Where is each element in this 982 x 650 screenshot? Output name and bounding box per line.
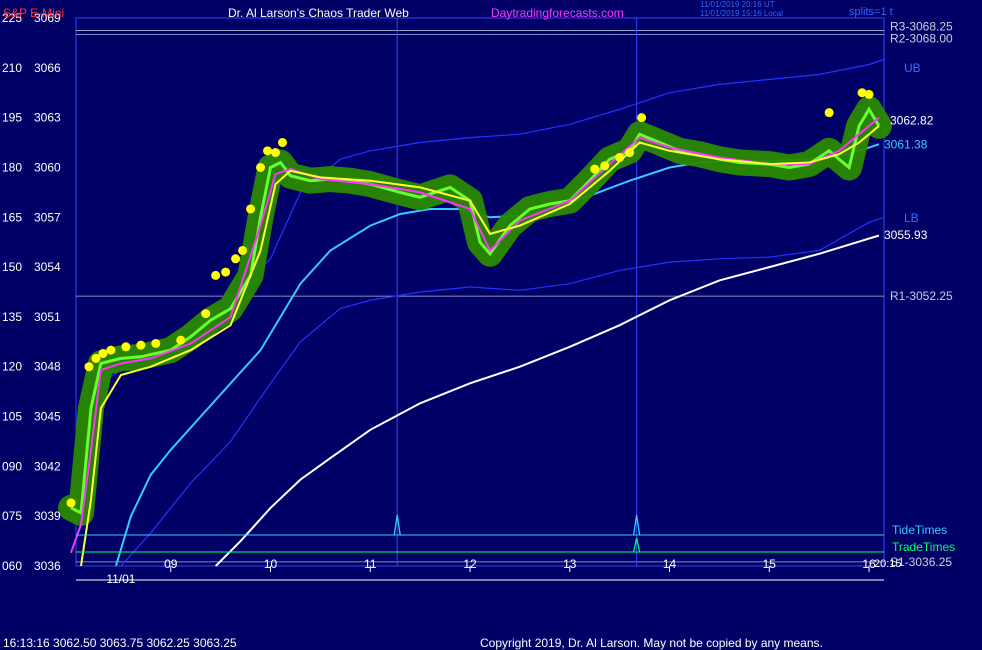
highlight-point [637, 113, 647, 123]
chart-title-label: Dr. Al Larson's Chaos Trader Web [228, 6, 409, 20]
x-tick-label: 14 [663, 557, 677, 571]
long-avg-value-label: 3055.93 [884, 228, 928, 242]
x-tick-label: 11 [364, 557, 377, 571]
highlight-point [864, 89, 874, 99]
y-tick-left: 195 [2, 111, 22, 125]
site-link[interactable]: Daytradingforecasts.com [491, 6, 624, 20]
highlight-point [231, 254, 241, 264]
x-tick-label: 12 [463, 557, 477, 571]
y-tick-right: 3054 [34, 260, 61, 274]
lower-band-line [120, 216, 885, 567]
y-tick-right: 3036 [34, 559, 61, 573]
y-tick-left: 105 [2, 410, 22, 424]
y-tick-right: 3063 [34, 111, 61, 125]
lower-band-label: LB [904, 211, 919, 225]
y-tick-right: 3060 [34, 160, 61, 174]
y-tick-right: 3045 [34, 410, 61, 424]
y-tick-left: 180 [2, 160, 22, 174]
y-tick-left: 075 [2, 509, 22, 523]
highlight-point [246, 204, 256, 214]
x-tick-label: 15 [763, 557, 777, 571]
highlight-point [98, 348, 108, 358]
footer-quote: 16:13:16 3062.50 3063.75 3062.25 3063.25 [3, 636, 237, 650]
y-tick-left: 060 [2, 559, 22, 573]
x-tick-label: 13 [563, 557, 577, 571]
highlight-point [625, 148, 635, 158]
highlight-point [201, 309, 211, 319]
highlight-point [238, 245, 248, 255]
highlight-point [615, 152, 625, 162]
date-label: 11/01 [106, 572, 135, 586]
highlight-point [590, 164, 600, 174]
price-glow [58, 96, 892, 526]
y-tick-left: 150 [2, 260, 22, 274]
tide-label: TideTimes [892, 523, 947, 537]
y-tick-right: 3057 [34, 210, 61, 224]
chart-svg: R3-3068.25R2-3068.00R1-3052.25S1-3036.25… [2, 11, 955, 586]
highlight-point [277, 138, 287, 148]
highlight-point [211, 270, 221, 280]
highlight-point [84, 362, 94, 372]
highlight-point [271, 148, 281, 158]
long-avg-line [214, 234, 880, 567]
y-tick-right: 3051 [34, 310, 61, 324]
y-tick-right: 3048 [34, 360, 61, 374]
upper-band-label: UB [904, 61, 921, 75]
mid-avg-line [80, 125, 880, 567]
local-time: 11/01/2019 15:16 Local [700, 9, 784, 18]
highlight-point [176, 335, 186, 345]
y-tick-left: 165 [2, 210, 22, 224]
highlight-point [136, 340, 146, 350]
trade-label: TradeTimes [892, 540, 955, 554]
symbol-label: S&P E-Mini [3, 6, 65, 20]
y-tick-left: 090 [2, 459, 22, 473]
price-value-label: 3062.82 [890, 114, 934, 128]
y-tick-left: 120 [2, 360, 22, 374]
highlight-point [256, 162, 266, 172]
y-tick-left: 135 [2, 310, 22, 324]
highlight-point [221, 267, 231, 277]
highlight-point [66, 498, 76, 508]
utc-time: 11/01/2019 20:16 UT [700, 0, 775, 9]
slow-avg-line [114, 143, 880, 567]
highlight-point [151, 338, 161, 348]
highlight-point [263, 146, 273, 156]
y-tick-left: 210 [2, 61, 22, 75]
time-extra-label: 20:15 [874, 558, 902, 570]
highlight-point [106, 345, 116, 355]
highlight-point [600, 161, 610, 171]
plot-frame [75, 17, 885, 567]
x-tick-label: 09 [164, 557, 178, 571]
level-label: R1-3052.25 [890, 289, 953, 303]
footer-copyright: Copyright 2019, Dr. Al Larson. May not b… [480, 636, 823, 650]
highlight-point [121, 342, 131, 352]
y-tick-right: 3042 [34, 459, 61, 473]
y-tick-right: 3066 [34, 61, 61, 75]
slow-avg-value-label: 3061.38 [884, 138, 928, 152]
y-tick-right: 3039 [34, 509, 61, 523]
splits-label: splits=1 t [849, 6, 893, 18]
x-tick-label: 10 [264, 557, 278, 571]
highlight-point [824, 108, 834, 118]
level-label: R2-3068.00 [890, 32, 953, 46]
